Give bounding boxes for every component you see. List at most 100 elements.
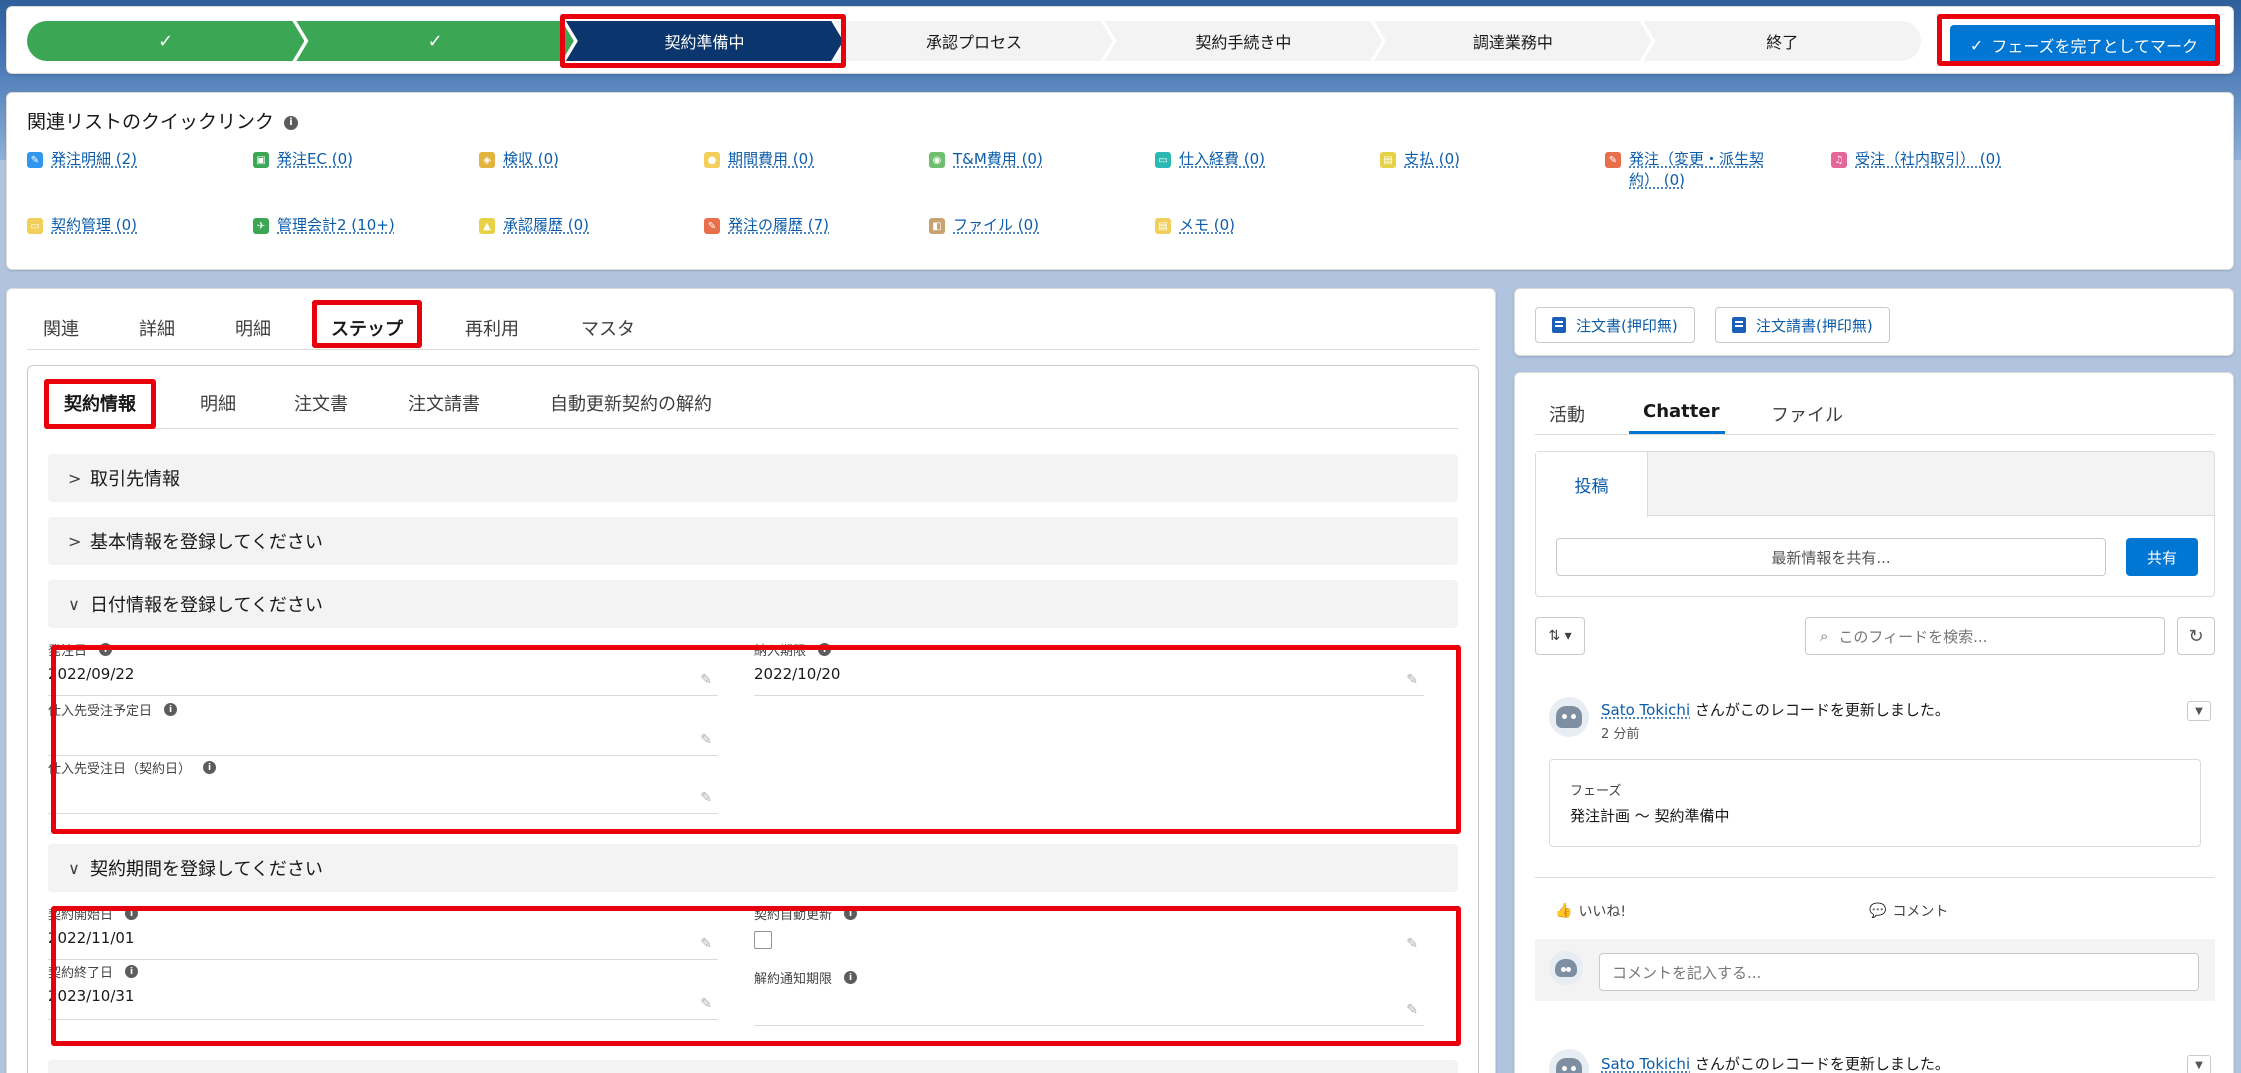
path-step-2[interactable]: ✓ [296, 21, 573, 61]
pencil-icon[interactable]: ✎ [1406, 1002, 1418, 1018]
field-label-text: 納入期限 [754, 644, 807, 659]
like-button[interactable]: 👍 いいね! [1555, 901, 1626, 921]
subtab-auto-renew-cancel[interactable]: 自動更新契約の解約 [550, 390, 712, 416]
post-author-link[interactable]: Sato Tokichi [1601, 1055, 1690, 1073]
quick-link-label: メモ (0) [1179, 216, 1236, 234]
avatar[interactable] [1549, 1049, 1589, 1073]
pencil-icon[interactable]: ✎ [700, 996, 712, 1012]
note-icon: ▤ [1155, 218, 1171, 234]
post-timestamp[interactable]: 2 分前 [1601, 723, 1639, 742]
subtab-order-acceptance[interactable]: 注文請書 [408, 390, 480, 416]
quick-link[interactable]: ✎ 発注の履歴 (7) [704, 215, 829, 236]
quick-link[interactable]: ◈ 検収 (0) [479, 149, 559, 170]
section-basic-info[interactable]: > 基本情報を登録してください [48, 517, 1458, 565]
tab-step[interactable]: ステップ [331, 315, 403, 341]
path-step-7[interactable]: 終了 [1643, 21, 1921, 61]
quick-link[interactable]: ◉ T&M費用 (0) [929, 149, 1043, 170]
purchase-order-no-seal-button[interactable]: 注文書(押印無) [1535, 307, 1695, 343]
info-icon[interactable]: i [125, 965, 139, 978]
quick-link-label: 支払 (0) [1404, 150, 1461, 168]
feed-search-input[interactable]: ⌕ このフィードを検索... [1805, 617, 2165, 655]
mark-stage-complete-button[interactable]: ✓ フェーズを完了としてマーク [1950, 25, 2218, 65]
chevron-down-icon: ∨ [68, 594, 80, 614]
section-date-info[interactable]: ∨ 日付情報を登録してください [48, 580, 1458, 628]
quick-link-label: 期間費用 (0) [728, 150, 815, 168]
quick-link[interactable]: ◧ ファイル (0) [929, 215, 1039, 236]
document-icon [1552, 317, 1566, 333]
tab-post[interactable]: 投稿 [1536, 452, 1648, 517]
info-icon[interactable]: i [203, 761, 217, 774]
info-icon[interactable]: i [284, 115, 299, 130]
quick-link[interactable]: ▲ 承認履歴 (0) [479, 215, 589, 236]
tab-chatter[interactable]: Chatter [1643, 401, 1719, 422]
field-value: 2023/10/31 [48, 987, 135, 1005]
quick-link[interactable]: ✈ 管理会計2 (10+) [253, 215, 395, 236]
tab-line-items[interactable]: 明細 [235, 315, 271, 341]
info-icon[interactable]: i [99, 643, 113, 656]
avatar[interactable] [1549, 697, 1589, 737]
pencil-icon[interactable]: ✎ [1406, 936, 1418, 952]
pencil-icon[interactable]: ✎ [700, 790, 712, 806]
section-supplier-info[interactable]: > 取引先情報 [48, 454, 1458, 502]
path-step-5[interactable]: 契約手続き中 [1105, 21, 1382, 61]
section-contract-period[interactable]: ∨ 契約期間を登録してください [48, 844, 1458, 892]
tab-files[interactable]: ファイル [1771, 401, 1843, 427]
action-buttons-card: 注文書(押印無) 注文請書(押印無) [1514, 288, 2234, 356]
pencil-icon[interactable]: ✎ [700, 936, 712, 952]
quick-link[interactable]: ▤ 支払 (0) [1380, 149, 1460, 170]
quick-link[interactable]: ▣ 発注EC (0) [253, 149, 353, 170]
comment-button[interactable]: 💬 コメント [1869, 901, 1948, 921]
info-icon[interactable]: i [844, 907, 858, 920]
pencil-icon[interactable]: ✎ [700, 672, 712, 688]
info-icon[interactable]: i [164, 703, 178, 716]
subtabs-divider [48, 428, 1458, 429]
info-icon[interactable]: i [844, 971, 858, 984]
post-menu-chevron-down-icon[interactable]: ▼ [2187, 1055, 2211, 1073]
field-underline [754, 1025, 1424, 1026]
tab-details[interactable]: 詳細 [139, 315, 175, 341]
field-label-text: 契約開始日 [48, 908, 114, 923]
field-value: 2022/11/01 [48, 929, 135, 947]
quick-link[interactable]: ▭ 仕入経費 (0) [1155, 149, 1265, 170]
info-icon[interactable]: i [125, 907, 139, 920]
quick-link[interactable]: ▭ 契約管理 (0) [27, 215, 137, 236]
comment-input[interactable]: コメントを記入する... [1599, 953, 2199, 991]
quick-link[interactable]: ● 期間費用 (0) [704, 149, 814, 170]
quick-link-label: T&M費用 (0) [953, 150, 1043, 168]
share-button[interactable]: 共有 [2126, 538, 2198, 576]
subtab-purchase-order[interactable]: 注文書 [294, 390, 348, 416]
wrench-icon: ✎ [27, 152, 43, 168]
order-icon: ♫ [1831, 152, 1847, 168]
quick-link[interactable]: ▤ メモ (0) [1155, 215, 1235, 236]
subtab-line-items[interactable]: 明細 [200, 390, 236, 416]
pencil-icon[interactable]: ✎ [1406, 672, 1418, 688]
quick-link[interactable]: ♫ 受注（社内取引） (0) [1831, 149, 2001, 170]
field-value: 2022/09/22 [48, 665, 135, 683]
tab-reuse[interactable]: 再利用 [465, 315, 519, 341]
tab-related[interactable]: 関連 [43, 315, 79, 341]
path-step-6[interactable]: 調達業務中 [1374, 21, 1651, 61]
field-underline [48, 1019, 718, 1020]
pencil-icon[interactable]: ✎ [700, 732, 712, 748]
order-acceptance-no-seal-button[interactable]: 注文請書(押印無) [1715, 307, 1890, 343]
section-collapsed-more[interactable] [48, 1060, 1458, 1073]
path-step-4[interactable]: 承認プロセス [835, 21, 1112, 61]
refresh-icon[interactable]: ↻ [2177, 617, 2215, 655]
post-menu-chevron-down-icon[interactable]: ▼ [2187, 701, 2211, 721]
tab-activity[interactable]: 活動 [1549, 401, 1585, 427]
sort-feed-button[interactable]: ⇅ ▾ [1535, 617, 1585, 655]
field-underline [48, 959, 718, 960]
quick-link[interactable]: ✎ 発注明細 (2) [27, 149, 137, 170]
info-icon[interactable]: i [818, 643, 832, 656]
payment-icon: ▤ [1380, 152, 1396, 168]
path-step-label: 契約準備中 [664, 33, 745, 52]
path-step-1[interactable]: ✓ [27, 21, 304, 61]
post-author-link[interactable]: Sato Tokichi [1601, 701, 1690, 719]
auto-renew-checkbox[interactable] [754, 931, 772, 949]
quick-link[interactable]: ✎ 発注（変更・派生契約） (0) [1605, 149, 1785, 191]
share-update-input[interactable]: 最新情報を共有... [1556, 538, 2106, 576]
path-step-3[interactable]: 契約準備中 [566, 21, 843, 61]
subtab-contract-info[interactable]: 契約情報 [64, 390, 136, 416]
tab-master[interactable]: マスタ [581, 315, 635, 341]
check-icon: ✓ [158, 30, 174, 52]
